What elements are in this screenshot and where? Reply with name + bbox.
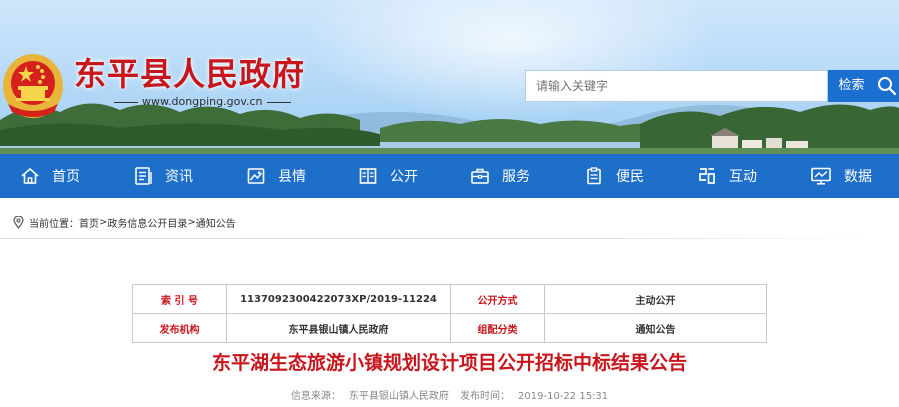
county-info-icon [247, 168, 265, 184]
interaction-icon [699, 168, 715, 184]
table-row: 索 引 号 1137092300422073XP/2019-11224 公开方式… [132, 284, 767, 314]
search-bar: 检索 [525, 70, 899, 102]
disclosure-method-value: 主动公开 [544, 284, 767, 314]
nav-label: 首页 [52, 169, 80, 185]
nav-label: 便民 [616, 169, 644, 185]
nav-item-convenience[interactable]: 便民 [584, 154, 644, 198]
breadcrumb-item-directory[interactable]: 政务信息公开目录 [107, 215, 187, 230]
location-pin-icon [13, 215, 24, 229]
site-header: 东平县人民政府 www.dongping.gov.cn 检索 [0, 0, 899, 154]
category-label: 组配分类 [450, 313, 545, 343]
nav-label: 数据 [844, 169, 872, 185]
breadcrumb-item-home[interactable]: 首页 [79, 215, 99, 230]
breadcrumb-item-notice[interactable]: 通知公告 [196, 215, 236, 230]
briefcase-icon [471, 168, 489, 184]
nav-label: 县情 [278, 169, 306, 185]
nav-label: 公开 [390, 169, 418, 185]
clipboard-icon [587, 167, 601, 185]
search-icon-button[interactable] [875, 70, 899, 102]
document-info-table: 索 引 号 1137092300422073XP/2019-11224 公开方式… [132, 284, 767, 343]
breadcrumb-prefix: 当前位置： [29, 218, 79, 230]
nav-label: 资讯 [165, 169, 193, 185]
publisher-label: 发布机构 [132, 313, 227, 343]
source-label: 信息来源： [290, 391, 341, 402]
breadcrumb-divider [0, 238, 885, 239]
article-meta: 信息来源： 东平县银山镇人民政府 发布时间： 2019-10-22 15:31 [0, 387, 899, 402]
search-icon [878, 77, 897, 96]
breadcrumb: 当前位置： 首页 > 政务信息公开目录 > 通知公告 [13, 214, 236, 230]
category-value: 通知公告 [544, 313, 767, 343]
url-right-dash [266, 101, 291, 103]
search-input[interactable] [525, 70, 828, 102]
disclosure-icon [359, 168, 377, 184]
site-title[interactable]: 东平县人民政府 [74, 56, 305, 92]
publish-time-value: 2019-10-22 15:31 [518, 391, 609, 402]
table-row: 发布机构 东平县银山镇人民政府 组配分类 通知公告 [132, 313, 767, 343]
nav-label: 服务 [502, 169, 530, 185]
publish-time-label: 发布时间： [460, 391, 511, 402]
site-url-text: www.dongping.gov.cn [142, 95, 263, 108]
nav-item-home[interactable]: 首页 [20, 154, 80, 198]
breadcrumb-separator: > [187, 216, 196, 228]
nav-label: 互动 [729, 169, 757, 185]
search-button[interactable]: 检索 [828, 70, 875, 102]
monitor-icon [811, 167, 831, 185]
url-left-dash [114, 101, 138, 103]
home-icon [21, 168, 39, 184]
publisher-value: 东平县银山镇人民政府 [226, 313, 451, 343]
news-icon [135, 167, 152, 185]
breadcrumb-separator: > [99, 216, 108, 228]
index-number-value: 1137092300422073XP/2019-11224 [226, 284, 451, 314]
site-url: www.dongping.gov.cn [110, 95, 295, 108]
nav-item-county-info[interactable]: 县情 [246, 154, 306, 198]
disclosure-method-label: 公开方式 [450, 284, 545, 314]
source-value: 东平县银山镇人民政府 [348, 391, 449, 402]
main-nav: 首页 资讯 县情 公开 服务 便民 互动 数据 [0, 154, 899, 198]
article-title: 东平湖生态旅游小镇规划设计项目公开招标中标结果公告 [211, 352, 687, 374]
national-emblem-logo [3, 54, 63, 118]
nav-item-data[interactable]: 数据 [810, 154, 872, 198]
nav-item-interaction[interactable]: 互动 [697, 154, 757, 198]
nav-item-service[interactable]: 服务 [470, 154, 530, 198]
index-number-label: 索 引 号 [132, 284, 227, 314]
nav-item-news[interactable]: 资讯 [133, 154, 193, 198]
nav-item-disclosure[interactable]: 公开 [358, 154, 418, 198]
